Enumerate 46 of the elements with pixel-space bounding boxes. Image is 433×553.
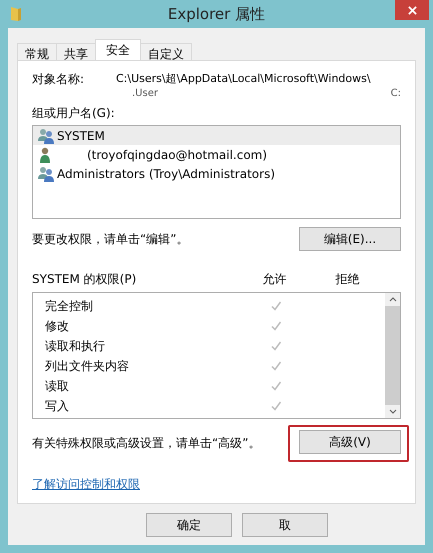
close-button[interactable] [395,0,429,20]
check-icon [270,360,282,372]
user-name: Administrators (Troy\Administrators) [57,166,276,180]
edit-hint: 要更改权限，请单击“编辑”。 [32,230,188,248]
permission-name: 修改 [44,318,70,334]
tab[interactable]: 安全 [95,39,141,60]
close-icon [408,6,416,14]
user-item[interactable]: Administrators (Troy\Administrators) [33,164,400,183]
scroll-up-icon [388,297,396,302]
advanced-button[interactable]: 高级(V) [299,430,401,454]
check-icon [270,380,282,392]
scrollbar[interactable] [385,293,400,418]
users-icon [37,166,55,182]
user-name: SYSTEM [57,128,105,142]
permission-name: 完全控制 [44,298,94,314]
path-fragment: C: [390,88,401,99]
scroll-down-icon [388,409,396,414]
user-item[interactable]: SYSTEM [33,126,400,145]
check-icon [270,320,282,332]
dialog-button[interactable]: 取 [242,513,328,537]
column-header: 拒绝 [334,271,360,288]
check-icon [270,300,282,312]
users-icon [37,128,55,144]
folder-icon [10,6,22,22]
object-name-label: 对象名称: [32,71,86,88]
window-title: Explorer 属性 [168,4,266,24]
object-path: C:\Users\超\AppData\Local\Microsoft\Windows\ [116,71,371,87]
tab[interactable]: 共享 [56,43,96,60]
advanced-hint: 有关特殊权限或高级设置，请单击“高级”。 [32,435,260,452]
check-icon [270,340,282,352]
tab[interactable]: 常规 [17,43,57,60]
user-name: (troyofqingdao@hotmail.com) [86,148,268,162]
tab[interactable]: 自定义 [140,43,192,60]
path-fragment: .User [132,88,158,99]
dialog-button[interactable]: 确定 [146,513,232,537]
permission-name: 读取 [44,378,70,394]
user-item[interactable]: (troyofqingdao@hotmail.com) [33,145,400,164]
column-header: 允许 [262,271,288,288]
users-label: 组或用户名(G): [32,105,116,122]
permission-name: 读取和执行 [44,338,106,354]
help-link[interactable]: 了解访问控制和权限 [32,476,140,493]
permission-name: 列出文件夹内容 [44,358,130,374]
edit-button[interactable]: 编辑(E)... [299,227,401,251]
permission-name: 写入 [44,398,70,414]
permissions-label: SYSTEM 的权限(P) [32,271,138,288]
check-icon [270,400,282,412]
